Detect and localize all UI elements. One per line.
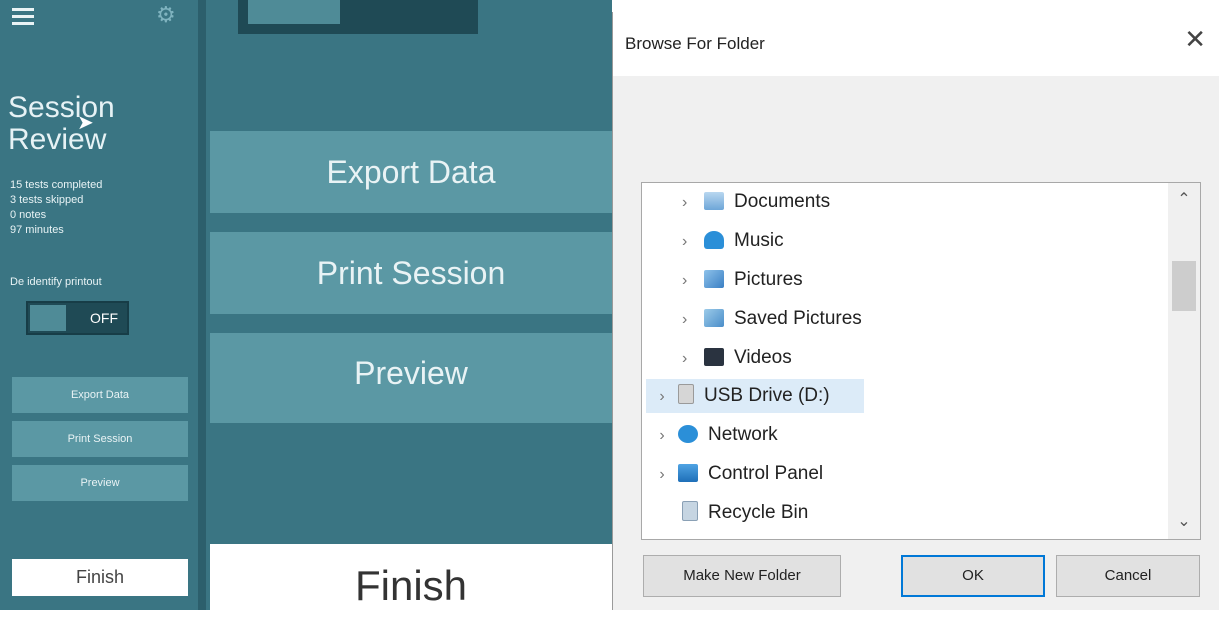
pictures-icon — [704, 270, 724, 288]
make-new-folder-button[interactable]: Make New Folder — [643, 555, 841, 597]
cancel-button[interactable]: Cancel — [1056, 555, 1200, 597]
main-panel: Export Data Print Session Preview Finish — [206, 0, 612, 610]
tree-item-label: Recycle Bin — [708, 502, 809, 523]
session-stats: 15 tests completed 3 tests skipped 0 not… — [10, 178, 102, 238]
chevron-right-icon[interactable]: › — [682, 186, 704, 220]
chevron-right-icon[interactable]: › — [646, 458, 678, 492]
tree-item-network[interactable]: › Network — [646, 418, 778, 453]
tree-item-saved-pictures[interactable]: › Saved Pictures — [682, 302, 862, 336]
music-icon — [704, 231, 724, 249]
tree-item-label: Videos — [734, 347, 792, 368]
chevron-right-icon[interactable]: › — [646, 380, 678, 414]
gear-icon[interactable]: ⚙ — [156, 4, 176, 26]
tree-item-label: Music — [734, 230, 784, 251]
control-panel-icon — [678, 464, 698, 482]
tree-item-pictures[interactable]: › Pictures — [682, 263, 803, 297]
tree-item-label: Documents — [734, 191, 831, 212]
large-toggle-knob — [248, 0, 340, 24]
videos-icon — [704, 348, 724, 366]
recycle-bin-icon — [682, 501, 698, 521]
tree-item-music[interactable]: › Music — [682, 224, 784, 258]
tree-item-label: Network — [708, 424, 778, 445]
stat-minutes: 97 minutes — [10, 224, 64, 236]
chevron-right-icon[interactable]: › — [682, 264, 704, 298]
tree-item-control-panel[interactable]: › Control Panel — [646, 457, 823, 491]
large-toggle[interactable] — [238, 0, 478, 34]
toggle-state-label: OFF — [90, 310, 118, 326]
preview-button[interactable]: Preview — [210, 333, 612, 423]
tree-item-videos[interactable]: › Videos — [682, 341, 792, 375]
tree-item-label: Saved Pictures — [734, 308, 862, 329]
session-review-title: Session Review — [8, 91, 115, 156]
tree-item-recycle-bin[interactable]: Recycle Bin — [678, 496, 808, 530]
print-session-button[interactable]: Print Session — [210, 232, 612, 314]
usb-drive-icon — [678, 384, 694, 404]
stat-notes: 0 notes — [10, 209, 47, 221]
chevron-right-icon[interactable]: › — [682, 303, 704, 337]
tree-item-usb-drive[interactable]: › USB Drive (D:) — [646, 379, 864, 413]
ok-button[interactable]: OK — [901, 555, 1045, 597]
dialog-title: Browse For Folder — [625, 34, 765, 53]
tree-item-label: USB Drive (D:) — [704, 385, 830, 406]
browse-for-folder-dialog: Browse For Folder ✕ › Documents › Music › P… — [612, 12, 1219, 610]
scroll-up-icon[interactable]: ⌃ — [1168, 183, 1200, 217]
panel-divider — [198, 0, 206, 610]
folder-tree[interactable]: › Documents › Music › Pictures › Saved Pictu… — [641, 182, 1201, 540]
chevron-right-icon[interactable]: › — [646, 419, 678, 453]
chevron-right-icon[interactable]: › — [682, 225, 704, 259]
stat-tests-skipped: 3 tests skipped — [10, 194, 84, 206]
export-data-button[interactable]: Export Data — [210, 131, 612, 213]
hamburger-menu-icon[interactable] — [12, 8, 34, 26]
sidebar-preview-button[interactable]: Preview — [12, 465, 188, 501]
deidentify-label: De identify printout — [10, 276, 102, 288]
stat-tests-completed: 15 tests completed — [10, 179, 103, 191]
mouse-cursor-icon: ➤ — [77, 112, 94, 134]
toggle-knob — [30, 305, 66, 331]
dialog-titlebar: Browse For Folder ✕ — [613, 12, 1219, 76]
chevron-right-icon[interactable]: › — [682, 342, 704, 376]
close-icon[interactable]: ✕ — [1184, 26, 1206, 52]
documents-icon — [704, 192, 724, 210]
sidebar-export-data-button[interactable]: Export Data — [12, 377, 188, 413]
vertical-scrollbar[interactable]: ⌃ ⌄ — [1168, 183, 1200, 539]
tree-item-documents[interactable]: › Documents — [682, 185, 830, 219]
sidebar-finish-button[interactable]: Finish — [12, 559, 188, 596]
finish-button[interactable]: Finish — [210, 544, 612, 610]
saved-pictures-icon — [704, 309, 724, 327]
deidentify-toggle[interactable]: OFF — [26, 301, 129, 335]
sidebar-print-session-button[interactable]: Print Session — [12, 421, 188, 457]
network-icon — [678, 425, 698, 443]
left-sidebar: ⚙ Session Review ➤ 15 tests completed 3 … — [0, 0, 198, 610]
tree-item-label: Control Panel — [708, 463, 824, 484]
tree-item-label: Pictures — [734, 269, 803, 290]
scroll-down-icon[interactable]: ⌄ — [1168, 505, 1200, 539]
scrollbar-thumb[interactable] — [1172, 261, 1196, 311]
